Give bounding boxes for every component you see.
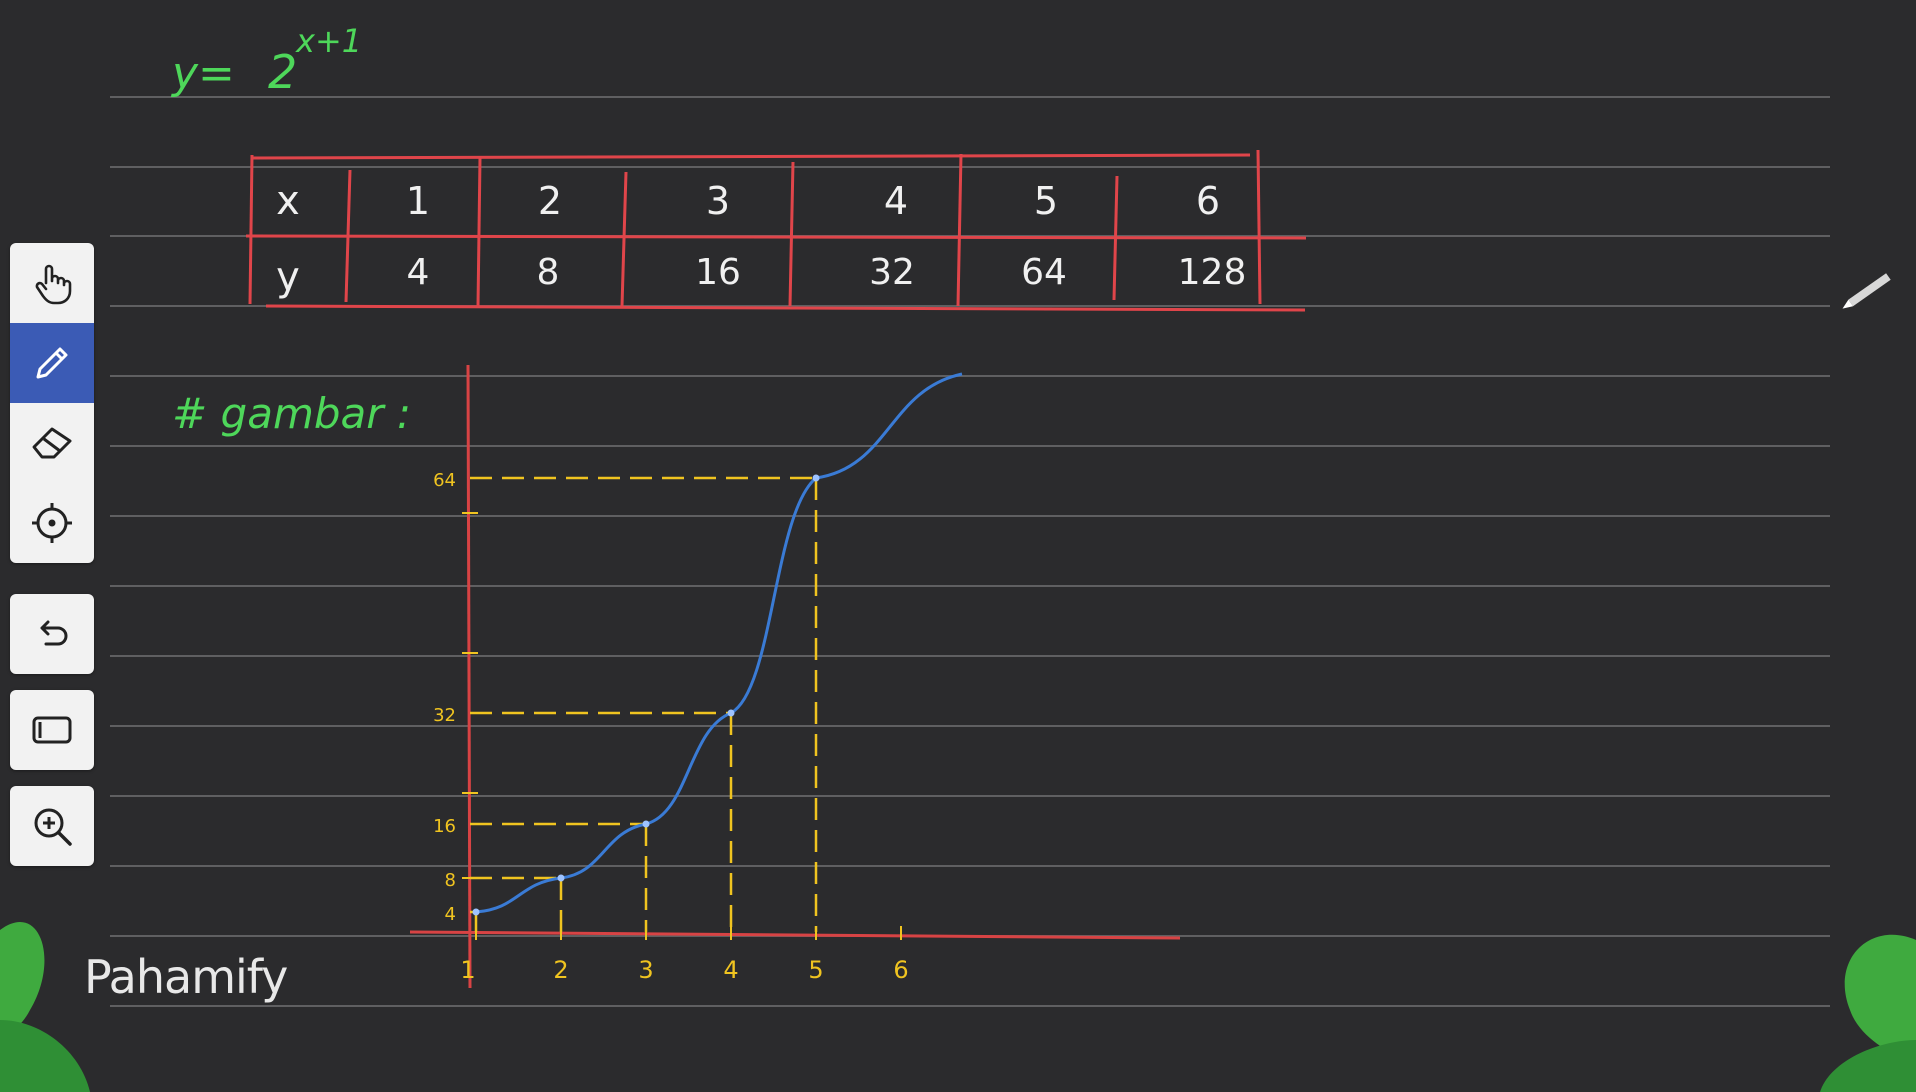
table-cell: 5 [1034,179,1058,223]
table-cell: 2 [538,179,562,223]
zoom-in-icon [34,808,72,846]
equation-base: 2 [268,45,297,99]
hand-icon [35,264,72,305]
y-tick-label: 16 [433,816,456,837]
undo-icon [40,620,68,646]
table-cell: 128 [1178,252,1247,293]
x-tick-label: 2 [553,956,568,984]
x-tick-label: 4 [723,956,738,984]
tool-palette [10,243,94,563]
x-tick-label: 3 [638,956,653,984]
leaf-decoration-left [0,921,90,1092]
leaf-decoration-right [1820,934,1916,1092]
table-cell: 32 [869,252,915,293]
pen-icon [36,347,68,379]
table-cell: 6 [1196,179,1220,223]
eraser-tool-button[interactable] [10,403,94,483]
laser-pointer-button[interactable] [10,483,94,563]
fullscreen-button[interactable] [10,690,94,770]
exponential-curve [475,372,963,914]
data-point [727,709,735,717]
zoom-in-button[interactable] [10,786,94,866]
equation: y= 2 x+1 [170,22,362,99]
exponential-chart: 1 2 3 4 5 648163264 [409,364,1181,989]
y-tick-label: 32 [433,705,456,726]
table-x-label: x [276,178,300,224]
data-point [557,874,565,882]
table-cell: 3 [706,179,730,223]
x-tick-label: 6 [893,956,908,984]
table-cell: 4 [407,252,430,293]
y-tick-label: 4 [445,904,456,925]
pen-tool-button[interactable] [10,323,94,403]
pen-cursor-icon [1842,273,1891,309]
fullscreen-group [10,690,94,770]
y-tick-label: 64 [433,470,456,491]
table-cell: 4 [884,179,908,223]
data-point [642,820,650,828]
data-point [812,474,820,482]
table-y-row: 4 8 16 32 64 128 [407,252,1247,293]
brand-logo: Pahamify [84,950,288,1004]
value-table: x y 1 2 3 4 5 6 4 8 16 32 64 128 [245,149,1307,312]
laser-pointer-icon [32,503,72,543]
table-cell: 8 [537,252,560,293]
table-x-row: 1 2 3 4 5 6 [406,179,1220,223]
zoom-group [10,786,94,866]
whiteboard-canvas[interactable]: y= 2 x+1 x y 1 2 3 4 5 6 4 8 16 32 64 12… [0,0,1916,1092]
undo-button[interactable] [10,594,94,674]
table-y-label: y [276,254,300,300]
ruled-lines [110,96,1830,1007]
y-tick-label: 8 [445,870,456,891]
table-cell: 1 [406,179,430,223]
y-axis [466,364,472,989]
x-tick-label: 5 [808,956,823,984]
undo-group [10,594,94,674]
eraser-icon [32,427,72,459]
section-heading: # gambar : [172,389,411,438]
table-cell: 64 [1021,252,1067,293]
table-cell: 16 [695,252,741,293]
data-point [472,908,480,916]
equation-lhs: y= [170,48,235,99]
fullscreen-icon [32,716,72,744]
x-tick-label: 1 [460,956,475,984]
hand-tool-button[interactable] [10,243,94,323]
equation-exponent: x+1 [295,22,362,60]
